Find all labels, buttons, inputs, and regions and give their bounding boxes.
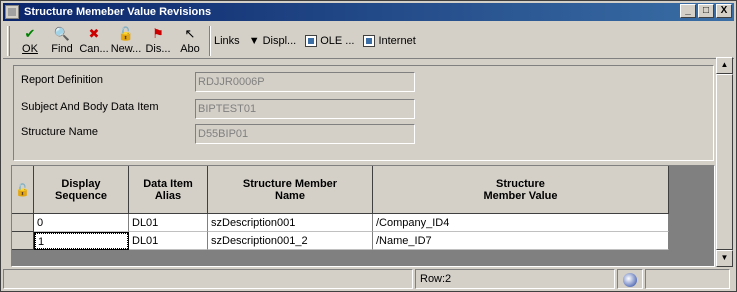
- toolbar-separator: [209, 25, 211, 56]
- find-button[interactable]: 🔍 Find: [46, 25, 78, 57]
- subject-body-label: Subject And Body Data Item: [21, 101, 159, 113]
- data-grid: 🔓 Display Sequence Data Item Alias Struc…: [11, 165, 715, 267]
- table-cell[interactable]: 0: [34, 214, 129, 232]
- structure-name-field[interactable]: D55BIP01: [195, 124, 415, 144]
- app-icon: [5, 5, 19, 19]
- new-label: New...: [110, 42, 142, 55]
- title-bar: Structure Memeber Value Revisions _ □ X: [3, 3, 734, 21]
- table-cell[interactable]: DL01: [129, 232, 208, 250]
- report-definition-field[interactable]: RDJJR0006P: [195, 72, 415, 92]
- scroll-thumb[interactable]: [716, 74, 733, 250]
- minimize-button[interactable]: _: [680, 4, 696, 18]
- new-icon: 🔓: [117, 25, 135, 41]
- scroll-up-button[interactable]: ▲: [716, 57, 733, 74]
- window-title: Structure Memeber Value Revisions: [24, 6, 212, 18]
- display-icon: ⚑: [152, 25, 164, 41]
- column-header-label: Structure Member Name: [242, 177, 338, 202]
- find-label: Find: [51, 42, 73, 55]
- column-header-label: Structure Member Value: [483, 177, 558, 202]
- links-menu[interactable]: Links: [214, 35, 240, 47]
- maximize-button[interactable]: □: [698, 4, 714, 18]
- report-definition-label: Report Definition: [21, 74, 103, 86]
- ok-label: OK: [22, 42, 38, 55]
- table-row[interactable]: 1 DL01 szDescription001_2 /Name_ID7: [12, 232, 669, 250]
- find-icon: 🔍: [53, 25, 71, 41]
- display-menu[interactable]: ▼ Displ...: [249, 35, 297, 47]
- checkmark-icon: ✔: [24, 25, 36, 41]
- column-header-structure-member-name[interactable]: Structure Member Name: [208, 166, 373, 214]
- structure-name-label: Structure Name: [21, 126, 99, 138]
- table-cell[interactable]: szDescription001_2: [208, 232, 373, 250]
- about-button[interactable]: ↖ Abo: [174, 25, 206, 57]
- cancel-label: Can...: [79, 42, 109, 55]
- dropdown-arrow-icon: ▼: [248, 34, 260, 47]
- about-icon: ↖: [184, 25, 196, 41]
- ole-menu[interactable]: OLE ...: [305, 34, 355, 47]
- cancel-button[interactable]: ✖ Can...: [78, 25, 110, 57]
- globe-icon: [623, 273, 637, 287]
- internet-icon: [363, 34, 376, 47]
- ole-label: OLE ...: [320, 34, 355, 47]
- cancel-icon: ✖: [88, 25, 100, 41]
- internet-label: Internet: [378, 34, 416, 47]
- header-panel: Report Definition RDJJR0006P Subject And…: [13, 65, 714, 161]
- about-label: Abo: [180, 42, 200, 55]
- status-pane-extra: [645, 269, 730, 289]
- status-globe-pane: [617, 269, 643, 289]
- vertical-scrollbar[interactable]: ▲ ▼: [716, 57, 733, 267]
- links-label: Links: [214, 34, 240, 47]
- table-cell[interactable]: /Company_ID4: [373, 214, 669, 232]
- ok-button[interactable]: ✔ OK: [14, 25, 46, 57]
- table-cell[interactable]: szDescription001: [208, 214, 373, 232]
- row-selector[interactable]: [12, 214, 34, 232]
- app-window: Structure Memeber Value Revisions _ □ X …: [0, 0, 737, 292]
- column-header-label: Data Item Alias: [143, 177, 193, 202]
- toolbar-grip[interactable]: [7, 25, 10, 56]
- new-button[interactable]: 🔓 New...: [110, 25, 142, 57]
- subject-body-field[interactable]: BIPTEST01: [195, 99, 415, 119]
- status-bar: Row:2: [3, 269, 734, 289]
- status-pane-main: [3, 269, 413, 289]
- column-header-data-item-alias[interactable]: Data Item Alias: [129, 166, 208, 214]
- close-button[interactable]: X: [716, 4, 732, 18]
- column-header-display-sequence[interactable]: Display Sequence: [34, 166, 129, 214]
- display-button[interactable]: ⚑ Dis...: [142, 25, 174, 57]
- row-selector[interactable]: [12, 232, 34, 250]
- lock-icon: 🔓: [15, 182, 30, 197]
- table-cell[interactable]: DL01: [129, 214, 208, 232]
- column-header-structure-member-value[interactable]: Structure Member Value: [373, 166, 669, 214]
- toolbar: ✔ OK 🔍 Find ✖ Can... 🔓 New... ⚑ Dis... ↖…: [3, 23, 734, 59]
- status-row-count: Row:2: [415, 269, 615, 289]
- scroll-down-button[interactable]: ▼: [716, 250, 733, 267]
- column-header-label: Display Sequence: [55, 177, 107, 202]
- grid-corner[interactable]: 🔓: [12, 166, 34, 214]
- display-menu-label: Displ...: [262, 34, 297, 47]
- display-label: Dis...: [145, 42, 171, 55]
- table-cell[interactable]: /Name_ID7: [373, 232, 669, 250]
- table-cell[interactable]: 1: [34, 232, 129, 250]
- ole-icon: [305, 34, 318, 47]
- table-row[interactable]: 0 DL01 szDescription001 /Company_ID4: [12, 214, 669, 232]
- internet-menu[interactable]: Internet: [363, 34, 416, 47]
